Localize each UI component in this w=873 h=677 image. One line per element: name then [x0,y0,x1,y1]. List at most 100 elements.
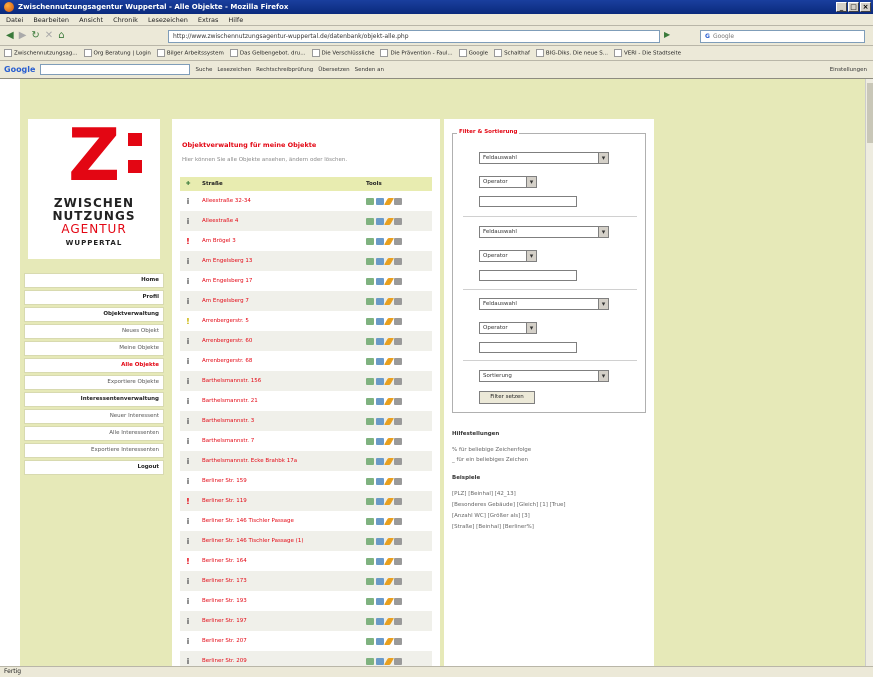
delete-icon[interactable] [394,237,402,245]
copy-icon[interactable] [366,337,374,345]
sidebar-item-profil[interactable]: Profil [24,290,164,305]
edit-icon[interactable] [383,597,395,605]
copy-icon[interactable] [366,657,374,665]
details-icon[interactable] [376,257,384,265]
menu-extras[interactable]: Extras [198,16,219,24]
row-street-link[interactable]: Arrenbergerstr. 5 [196,318,366,324]
details-icon[interactable] [376,437,384,445]
details-icon[interactable] [376,197,384,205]
close-button[interactable]: × [860,2,871,12]
details-icon[interactable] [376,597,384,605]
bookmark-item[interactable]: Das Gelbengebot. dru... [230,49,306,57]
details-icon[interactable] [376,617,384,625]
copy-icon[interactable] [366,537,374,545]
details-icon[interactable] [376,337,384,345]
row-street-link[interactable]: Am Engelsberg 7 [196,298,366,304]
forward-icon[interactable]: ▶ [19,30,27,41]
delete-icon[interactable] [394,577,402,585]
edit-icon[interactable] [383,317,395,325]
delete-icon[interactable] [394,597,402,605]
edit-icon[interactable] [383,617,395,625]
search-input[interactable]: G Google [700,30,865,43]
bookmark-item[interactable]: BIG-Diks. Die neue S... [536,49,608,57]
row-street-link[interactable]: Barthelsmannstr. 7 [196,438,366,444]
row-street-link[interactable]: Berliner Str. 173 [196,578,366,584]
details-icon[interactable] [376,537,384,545]
details-icon[interactable] [376,657,384,665]
sidebar-item-neues-objekt[interactable]: Neues Objekt [24,324,164,339]
sidebar-item-home[interactable]: Home [24,273,164,288]
copy-icon[interactable] [366,197,374,205]
details-icon[interactable] [376,397,384,405]
menu-bearbeiten[interactable]: Bearbeiten [33,16,69,24]
delete-icon[interactable] [394,617,402,625]
copy-icon[interactable] [366,217,374,225]
row-street-link[interactable]: Berliner Str. 207 [196,638,366,644]
delete-icon[interactable] [394,517,402,525]
delete-icon[interactable] [394,637,402,645]
google-translate-button[interactable]: Übersetzen [318,67,349,73]
edit-icon[interactable] [383,517,395,525]
row-street-link[interactable]: Berliner Str. 146 Tischler Passage (1) [196,538,366,544]
copy-icon[interactable] [366,357,374,365]
go-icon[interactable]: ▶ [664,30,670,39]
edit-icon[interactable] [383,657,395,665]
google-toolbar-search-input[interactable] [40,64,191,75]
edit-icon[interactable] [383,637,395,645]
minimize-button[interactable]: _ [836,2,847,12]
delete-icon[interactable] [394,437,402,445]
filter-value-input-3[interactable] [479,342,577,353]
details-icon[interactable] [376,297,384,305]
row-street-link[interactable]: Barthelsmannstr. 3 [196,418,366,424]
edit-icon[interactable] [383,337,395,345]
apply-filter-button[interactable]: Filter setzen [479,391,535,404]
sidebar-item-exportiere-interessenten[interactable]: Exportiere Interessenten [24,443,164,458]
reload-icon[interactable]: ↻ [31,30,39,41]
copy-icon[interactable] [366,417,374,425]
menu-chronik[interactable]: Chronik [113,16,138,24]
details-icon[interactable] [376,457,384,465]
edit-icon[interactable] [383,577,395,585]
copy-icon[interactable] [366,437,374,445]
delete-icon[interactable] [394,537,402,545]
bookmark-item[interactable]: Google [459,49,488,57]
edit-icon[interactable] [383,497,395,505]
menu-ansicht[interactable]: Ansicht [79,16,103,24]
operator-select-1[interactable]: Operator [479,176,537,188]
row-street-link[interactable]: Alleestraße 4 [196,218,366,224]
delete-icon[interactable] [394,557,402,565]
google-bookmarks-button[interactable]: Lesezeichen [217,67,251,73]
row-street-link[interactable]: Berliner Str. 164 [196,558,366,564]
details-icon[interactable] [376,317,384,325]
details-icon[interactable] [376,497,384,505]
row-street-link[interactable]: Am Brögel 3 [196,238,366,244]
filter-value-input-1[interactable] [479,196,577,207]
field-select-2[interactable]: Feldauswahl [479,226,609,238]
delete-icon[interactable] [394,297,402,305]
delete-icon[interactable] [394,217,402,225]
sidebar-item-exportiere-objekte[interactable]: Exportiere Objekte [24,375,164,390]
menu-lesezeichen[interactable]: Lesezeichen [148,16,188,24]
delete-icon[interactable] [394,417,402,425]
back-icon[interactable]: ◀ [6,30,14,41]
row-street-link[interactable]: Alleestraße 32-34 [196,198,366,204]
edit-icon[interactable] [383,397,395,405]
delete-icon[interactable] [394,397,402,405]
copy-icon[interactable] [366,257,374,265]
edit-icon[interactable] [383,477,395,485]
google-spellcheck-button[interactable]: Rechtschreibprüfung [256,67,313,73]
row-street-link[interactable]: Barthelsmannstr. 21 [196,398,366,404]
edit-icon[interactable] [383,257,395,265]
sidebar-item-logout[interactable]: Logout [24,460,164,475]
sidebar-item-objektverwaltung[interactable]: Objektverwaltung [24,307,164,322]
bookmark-item[interactable]: Die Verschlüssliche [312,49,375,57]
edit-icon[interactable] [383,297,395,305]
copy-icon[interactable] [366,517,374,525]
filter-value-input-2[interactable] [479,270,577,281]
edit-icon[interactable] [383,557,395,565]
details-icon[interactable] [376,377,384,385]
copy-icon[interactable] [366,617,374,625]
row-street-link[interactable]: Berliner Str. 159 [196,478,366,484]
site-logo[interactable]: Z ZWISCHEN NUTZUNGS AGENTUR WUPPERTAL [28,119,160,259]
edit-icon[interactable] [383,437,395,445]
